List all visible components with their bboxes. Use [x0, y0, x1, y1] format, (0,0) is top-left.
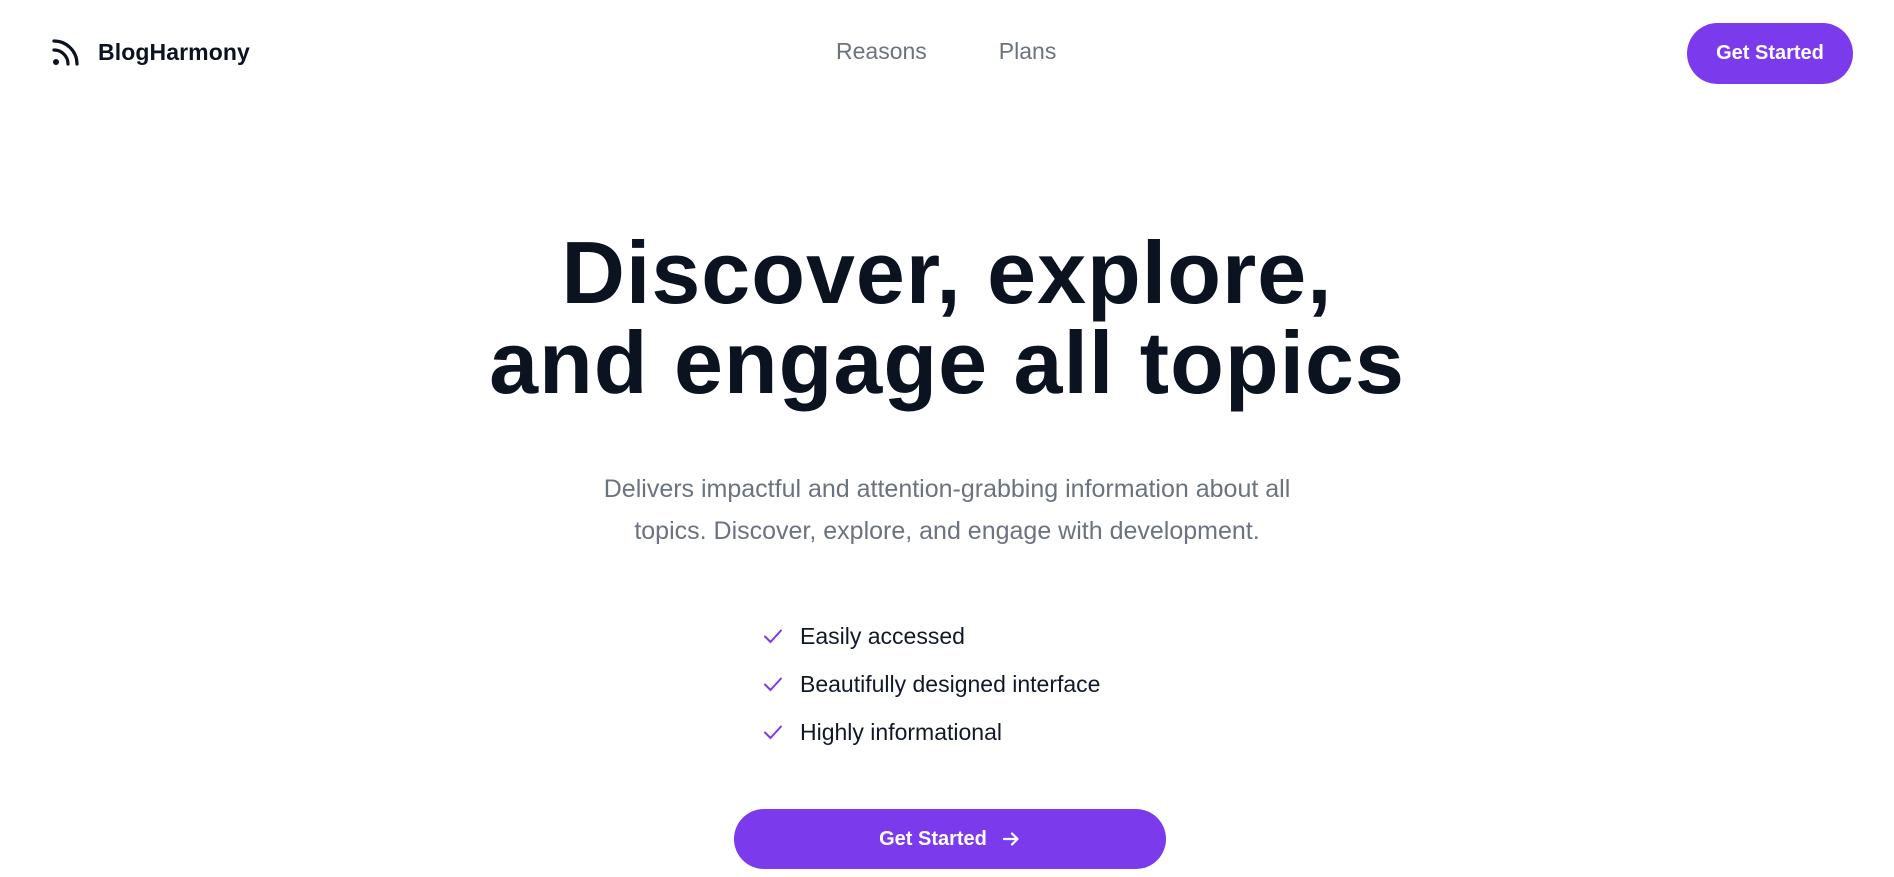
site-header: BlogHarmony Reasons Plans Get Started	[0, 0, 1894, 108]
hero-title: Discover, explore, and engage all topics	[0, 228, 1894, 408]
arrow-right-icon	[1001, 829, 1021, 849]
header-get-started-button[interactable]: Get Started	[1687, 23, 1853, 84]
feature-label: Highly informational	[800, 718, 1002, 745]
brand-link[interactable]: BlogHarmony	[50, 36, 250, 68]
nav-link-reasons[interactable]: Reasons	[836, 38, 927, 65]
landing-page: BlogHarmony Reasons Plans Get Started Di…	[0, 0, 1894, 877]
check-icon	[762, 673, 784, 695]
hero-get-started-button[interactable]: Get Started	[734, 809, 1166, 869]
feature-label: Easily accessed	[800, 622, 965, 649]
check-icon	[762, 625, 784, 647]
nav-link-plans[interactable]: Plans	[999, 38, 1057, 65]
hero-title-line-1: Discover, explore,	[561, 223, 1333, 322]
hero-subtitle-line-2: topics. Discover, explore, and engage wi…	[634, 517, 1260, 545]
hero-title-line-2: and engage all topics	[489, 313, 1405, 412]
rss-icon	[50, 36, 82, 68]
hero-subtitle: Delivers impactful and attention-grabbin…	[0, 468, 1894, 552]
feature-list: Easily accessed Beautifully designed int…	[762, 612, 1100, 756]
feature-item: Beautifully designed interface	[762, 660, 1100, 708]
feature-item: Highly informational	[762, 708, 1100, 756]
check-icon	[762, 721, 784, 743]
brand-name: BlogHarmony	[98, 38, 250, 65]
hero-subtitle-line-1: Delivers impactful and attention-grabbin…	[603, 475, 1291, 503]
feature-item: Easily accessed	[762, 612, 1100, 660]
feature-label: Beautifully designed interface	[800, 670, 1101, 697]
hero-cta-label: Get Started	[879, 827, 987, 850]
main-nav: Reasons Plans	[836, 38, 1056, 65]
